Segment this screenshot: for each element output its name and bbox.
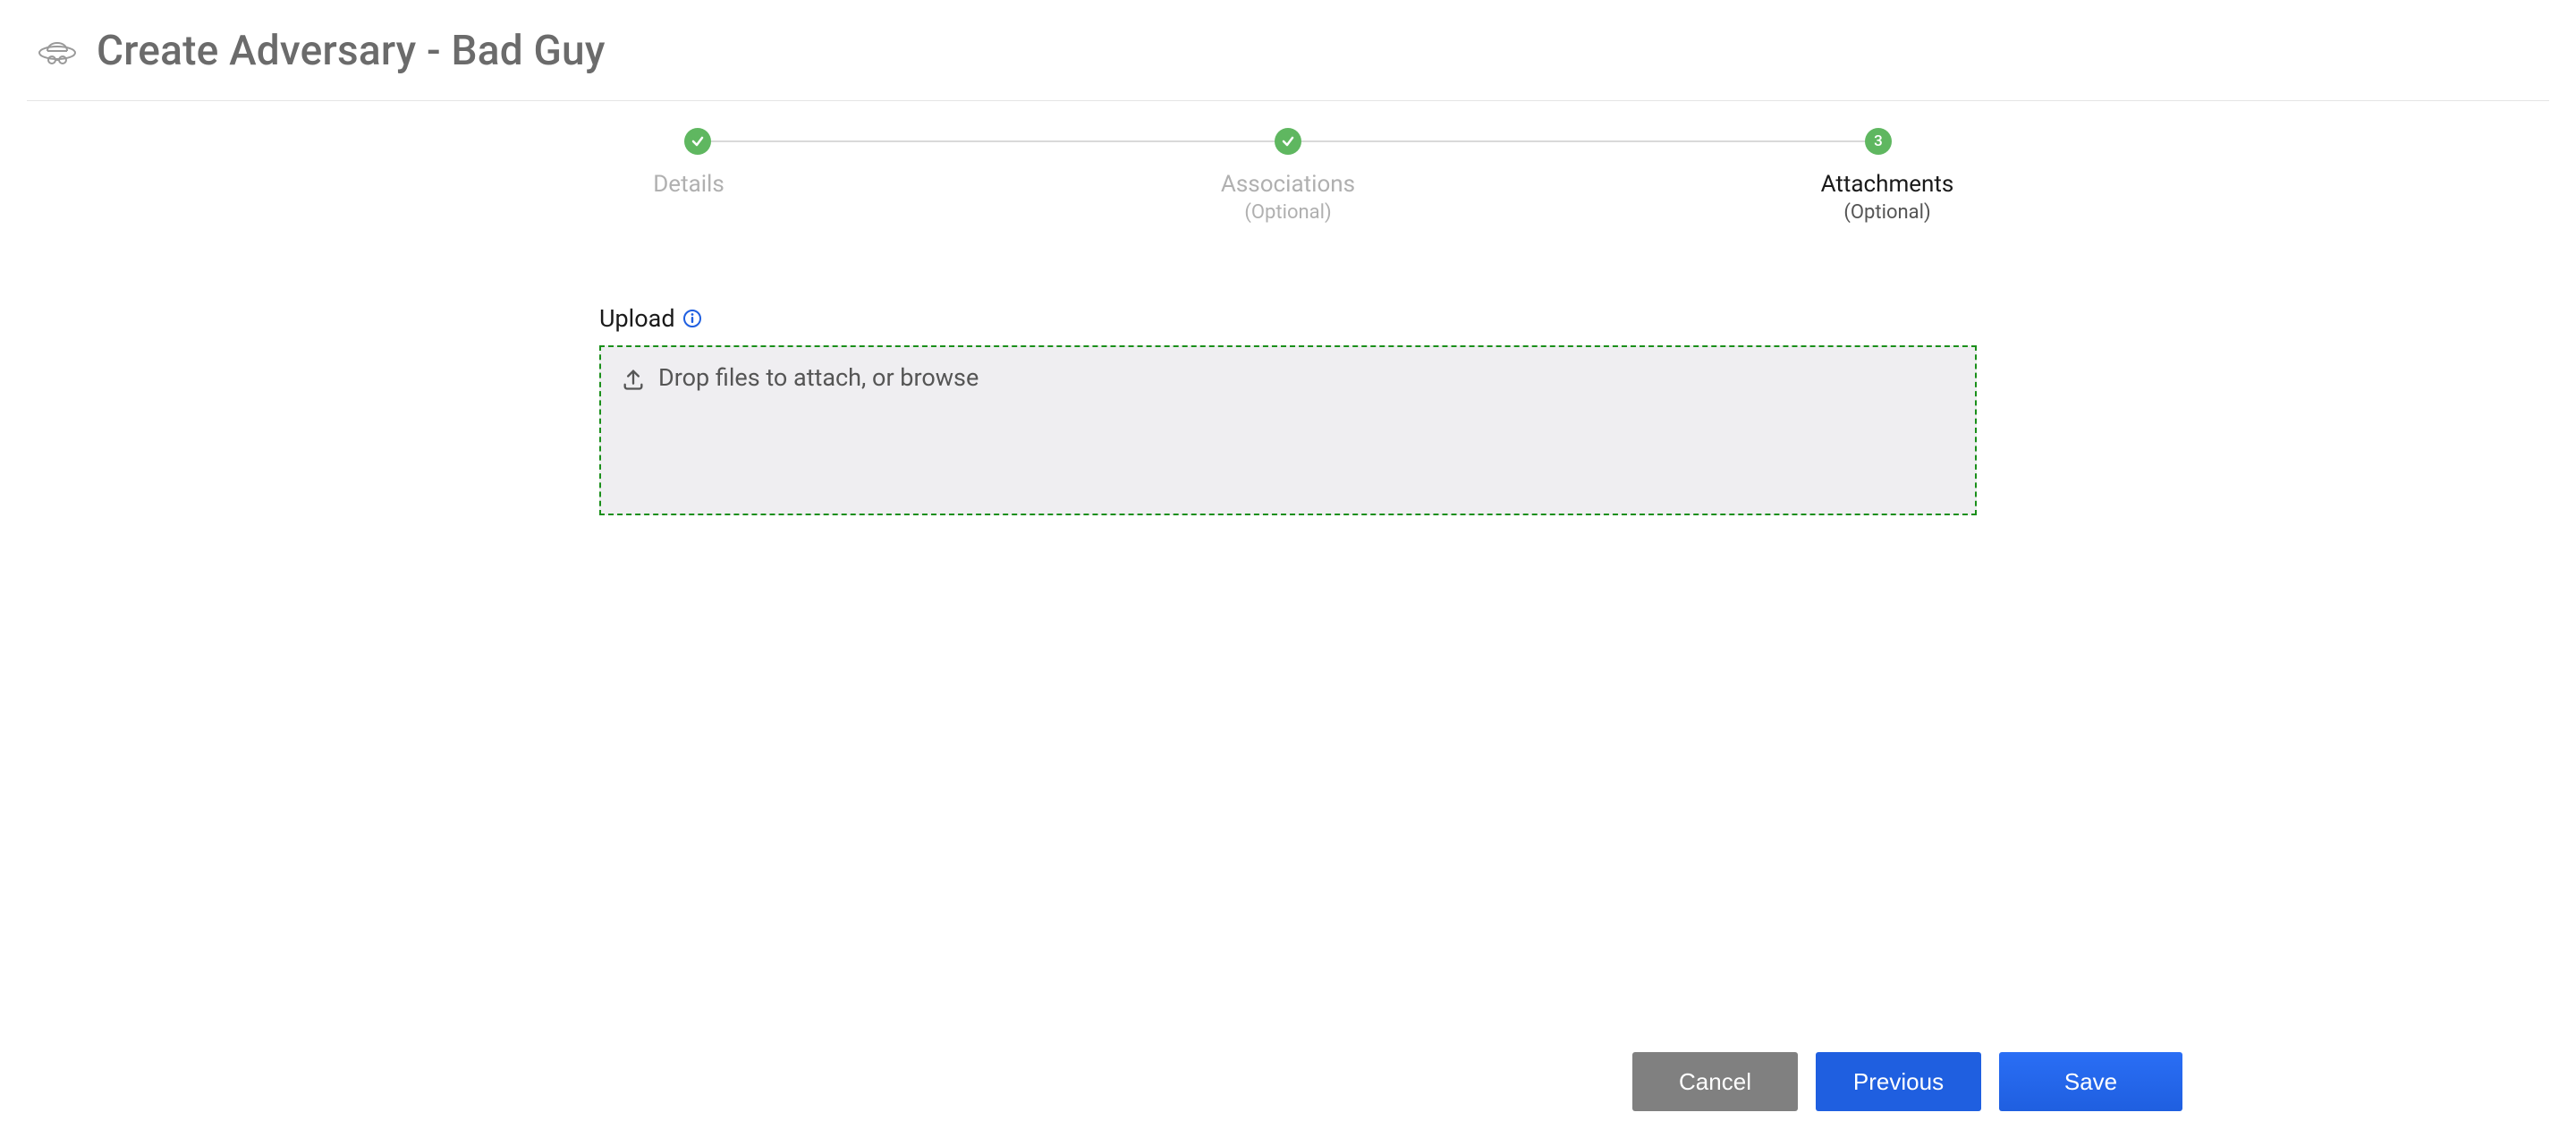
- attachments-panel: Upload Drop files to attach, or browse: [599, 304, 1977, 515]
- upload-icon: [621, 367, 646, 398]
- previous-button[interactable]: Previous: [1816, 1052, 1981, 1111]
- page-header: Create Adversary - Bad Guy: [27, 18, 2549, 101]
- upload-dropzone[interactable]: Drop files to attach, or browse: [599, 345, 1977, 515]
- step-3-label-group: Attachments (Optional): [1798, 171, 1977, 224]
- step-3-number: 3: [1874, 132, 1883, 150]
- save-button[interactable]: Save: [1999, 1052, 2182, 1111]
- step-1-label-group: Details: [599, 171, 778, 224]
- step-3-label: Attachments: [1798, 171, 1977, 198]
- cancel-button[interactable]: Cancel: [1632, 1052, 1798, 1111]
- wizard-stepper: 3 Details Associations (Optional) Attach…: [675, 128, 1901, 224]
- dropzone-text: Drop files to attach, or browse: [658, 363, 979, 392]
- step-1-label: Details: [599, 171, 778, 198]
- info-icon[interactable]: [682, 309, 702, 328]
- step-3-circle[interactable]: 3: [1865, 128, 1892, 155]
- step-2-circle[interactable]: [1275, 128, 1301, 155]
- step-2-sublabel: (Optional): [1199, 201, 1377, 224]
- check-icon: [1281, 134, 1295, 149]
- step-3-sublabel: (Optional): [1798, 201, 1977, 224]
- step-1-circle[interactable]: [684, 128, 711, 155]
- step-connector: [711, 140, 1275, 142]
- adversary-hat-icon: [36, 30, 79, 72]
- page-title: Create Adversary - Bad Guy: [97, 27, 606, 75]
- upload-label: Upload: [599, 304, 675, 333]
- step-connector: [1301, 140, 1865, 142]
- wizard-footer: Cancel Previous Save: [0, 1052, 2576, 1138]
- check-icon: [691, 134, 705, 149]
- step-2-label: Associations: [1199, 171, 1377, 198]
- step-2-label-group: Associations (Optional): [1199, 171, 1377, 224]
